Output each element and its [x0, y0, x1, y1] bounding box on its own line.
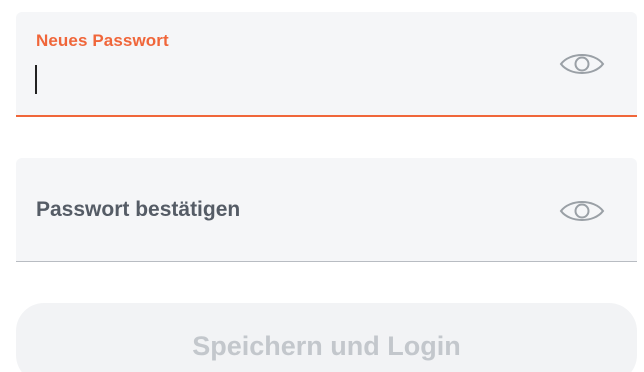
new-password-label: Neues Passwort: [36, 31, 169, 50]
new-password-input[interactable]: [36, 58, 540, 100]
eye-icon[interactable]: [557, 49, 607, 79]
confirm-password-field[interactable]: Passwort bestätigen: [16, 158, 637, 262]
password-reset-form: Neues Passwort Passwort bestätigen Speic…: [0, 0, 644, 372]
new-password-field[interactable]: Neues Passwort: [16, 12, 637, 117]
text-cursor: [35, 65, 37, 94]
eye-icon[interactable]: [557, 196, 607, 226]
save-and-login-button[interactable]: Speichern und Login: [16, 303, 637, 372]
confirm-password-label: Passwort bestätigen: [36, 198, 241, 221]
